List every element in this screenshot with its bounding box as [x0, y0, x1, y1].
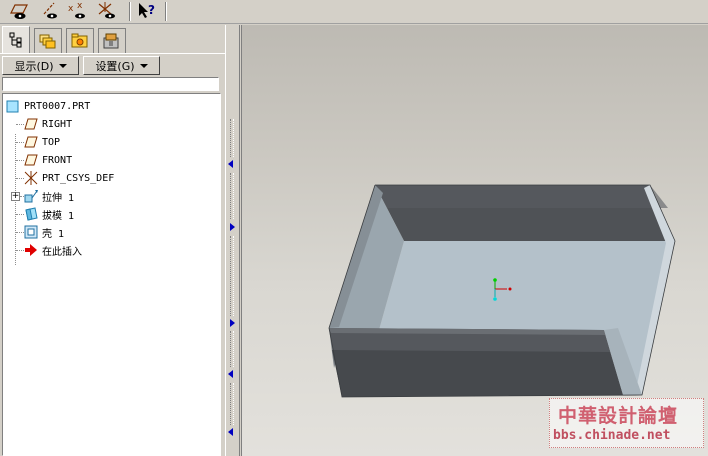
collapse-left-icon[interactable]: [228, 428, 233, 436]
settings-menu-button[interactable]: 设置(G): [83, 56, 160, 75]
tab-folder-browser[interactable]: [34, 28, 62, 53]
settings-menu-label: 设置(G): [95, 59, 135, 73]
datum-plane-display-icon[interactable]: [9, 1, 31, 21]
tab-connections[interactable]: [98, 28, 126, 53]
datum-axis-display-icon[interactable]: [39, 1, 61, 21]
tree-item-csys[interactable]: PRT_CSYS_DEF: [23, 169, 114, 187]
graphics-viewport[interactable]: [241, 25, 708, 456]
chevron-down-icon: [139, 63, 148, 68]
expand-right-icon[interactable]: [230, 223, 235, 231]
tree-item-label: TOP: [42, 136, 61, 148]
tree-root-label: PRT0007.PRT: [24, 100, 91, 112]
extrude-icon: [23, 188, 39, 204]
part-icon: [5, 98, 21, 114]
tree-item-label: 在此插入: [42, 246, 82, 258]
tree-item-label: 拉伸 1: [42, 192, 75, 204]
toolbar-separator: [165, 2, 167, 21]
folder-browser-icon: [39, 34, 56, 49]
collapse-left-icon[interactable]: [228, 160, 233, 168]
tree-item-label: FRONT: [42, 154, 73, 166]
tree-item-right[interactable]: RIGHT: [23, 115, 72, 133]
tree-item-label: 壳 1: [42, 228, 65, 240]
context-help-icon[interactable]: ?: [137, 1, 159, 21]
watermark-title: 中華設計論壇: [558, 405, 679, 427]
coordinate-system-icon: [23, 170, 39, 186]
datum-plane-icon: [23, 152, 39, 168]
datum-point-display-icon[interactable]: xx: [67, 1, 89, 21]
navigator-panel: 显示(D) 设置(G) PRT0007.PRT RIGHT TOP FRONT …: [0, 25, 225, 456]
show-menu-label: 显示(D): [14, 59, 54, 73]
tree-item-shell[interactable]: 壳 1: [23, 223, 64, 241]
tree-item-label: PRT_CSYS_DEF: [42, 172, 115, 184]
shelled-box-model[interactable]: [242, 25, 708, 456]
expand-toggle[interactable]: +: [11, 192, 20, 201]
draft-icon: [23, 206, 39, 222]
model-tree: PRT0007.PRT RIGHT TOP FRONT PRT_CSYS_DEF…: [2, 93, 221, 456]
csys-display-icon[interactable]: [96, 1, 118, 21]
model-tree-icon: [9, 32, 22, 48]
tree-item-top[interactable]: TOP: [23, 133, 60, 151]
panel-splitter[interactable]: [225, 25, 240, 456]
tree-filter-field[interactable]: [2, 77, 219, 91]
svg-text:x: x: [68, 4, 74, 14]
tree-item-label: 拔模 1: [42, 210, 75, 222]
tree-item-extrude[interactable]: 拉伸 1: [23, 187, 74, 205]
connections-icon: [103, 33, 119, 49]
tree-item-insert-here[interactable]: 在此插入: [23, 241, 82, 259]
show-menu-button[interactable]: 显示(D): [2, 56, 79, 75]
toolbar-separator: [129, 2, 131, 21]
expand-right-icon[interactable]: [230, 319, 235, 327]
tab-favorites[interactable]: [66, 28, 94, 53]
tree-root[interactable]: PRT0007.PRT: [5, 97, 90, 115]
datum-plane-icon: [23, 116, 39, 132]
tree-item-label: RIGHT: [42, 118, 73, 130]
collapse-left-icon[interactable]: [228, 370, 233, 378]
chevron-down-icon: [58, 63, 67, 68]
tab-model-tree[interactable]: [2, 26, 30, 53]
svg-text:x: x: [77, 2, 83, 11]
favorites-icon: [71, 33, 88, 48]
watermark-url: bbs.chinade.net: [553, 428, 671, 443]
tree-item-front[interactable]: FRONT: [23, 151, 72, 169]
insert-here-arrow-icon: [23, 242, 39, 258]
watermark: 中華設計論壇 bbs.chinade.net: [549, 398, 704, 448]
tree-item-draft[interactable]: 拔模 1: [23, 205, 74, 223]
datum-plane-icon: [23, 134, 39, 150]
tab-divider: [0, 53, 225, 54]
svg-text:?: ?: [148, 3, 155, 17]
shell-icon: [23, 224, 39, 240]
toolbar: xx ?: [0, 0, 708, 24]
